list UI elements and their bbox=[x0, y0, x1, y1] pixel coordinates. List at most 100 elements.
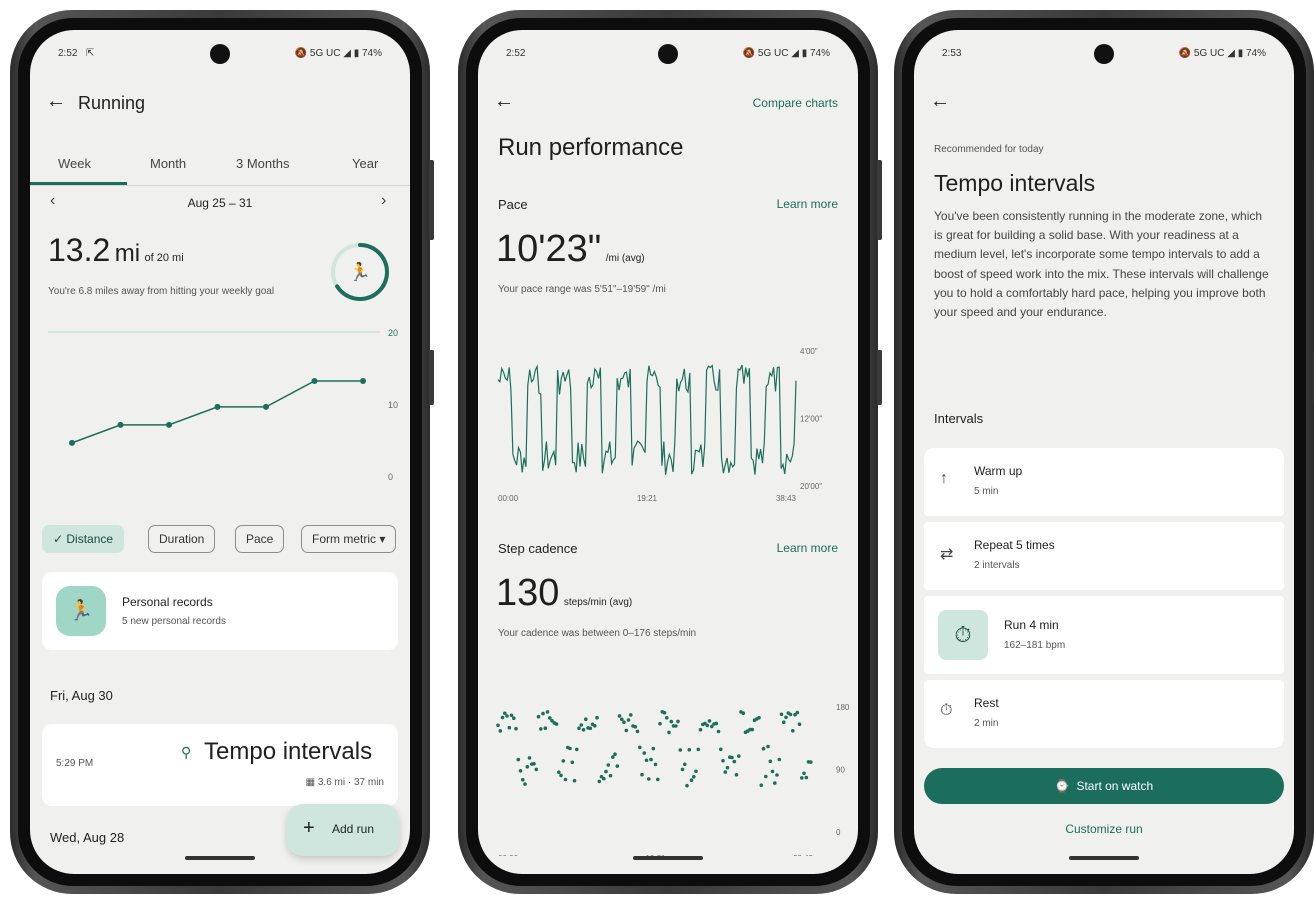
add-run-button[interactable]: + Add run bbox=[287, 804, 399, 856]
distance-unit: mi bbox=[114, 240, 141, 267]
cadence-point bbox=[669, 719, 674, 724]
rest-icon: ⏱ bbox=[940, 702, 953, 719]
workout-title: Tempo intervals bbox=[934, 170, 1096, 196]
status-icons: 🔕 5G UC ◢ ▮ 74% bbox=[1178, 48, 1266, 59]
cadence-point bbox=[595, 715, 599, 720]
day-header: Wed, Aug 28 bbox=[50, 830, 125, 845]
cadence-point bbox=[725, 765, 730, 770]
cadence-unit: steps/min (avg) bbox=[563, 597, 633, 608]
chip-distance[interactable]: ✓ Distance bbox=[42, 525, 125, 553]
interval-warm-up[interactable]: ↑ Warm up 5 min bbox=[924, 448, 1284, 516]
home-indicator bbox=[185, 856, 255, 860]
y-tick-label: 90 bbox=[836, 766, 845, 775]
cadence-point bbox=[773, 781, 777, 785]
cadence-point bbox=[604, 769, 608, 774]
cast-icon: ⇱ bbox=[86, 48, 95, 59]
back-arrow-icon[interactable]: ← bbox=[494, 90, 514, 113]
cadence-point bbox=[802, 771, 806, 776]
cadence-point bbox=[617, 714, 622, 718]
weekly-distance-chart: 20100SMTWTFS bbox=[48, 328, 398, 482]
x-tick-label: 19:21 bbox=[637, 494, 658, 503]
back-arrow-icon[interactable]: ← bbox=[930, 90, 950, 113]
cadence-point bbox=[572, 778, 577, 783]
cadence-point bbox=[581, 728, 586, 732]
date-range: Aug 25 – 31 bbox=[187, 196, 253, 210]
y-tick-label: 4'00" bbox=[800, 347, 818, 356]
chip-pace[interactable]: Pace bbox=[235, 525, 285, 553]
tab-month[interactable]: Month bbox=[150, 156, 186, 171]
cadence-point bbox=[680, 767, 685, 772]
cadence-point bbox=[687, 748, 692, 752]
cadence-point bbox=[577, 726, 581, 730]
cadence-point bbox=[606, 763, 611, 767]
y-tick-label: 20 bbox=[388, 328, 398, 338]
cadence-point bbox=[732, 759, 737, 764]
watch-icon: ⌚ bbox=[1054, 779, 1070, 793]
cadence-point bbox=[523, 782, 527, 786]
interval-run[interactable]: ⏱ Run 4 min 162–181 bpm bbox=[924, 596, 1284, 674]
tab-week[interactable]: Week bbox=[58, 156, 91, 171]
tab-year[interactable]: Year bbox=[352, 156, 378, 171]
trophy-runner-icon: 🏃 bbox=[56, 586, 106, 636]
cadence-point bbox=[649, 757, 653, 762]
cadence-point bbox=[656, 777, 660, 782]
cadence-point bbox=[638, 745, 642, 750]
cadence-point bbox=[615, 764, 620, 768]
cadence-point bbox=[707, 719, 712, 723]
cadence-chart: 18090000:0019:2138:43 bbox=[496, 703, 850, 856]
pace-learn-more[interactable]: Learn more bbox=[777, 197, 838, 211]
cadence-point bbox=[512, 716, 516, 720]
cadence-point bbox=[714, 721, 719, 726]
cadence-point bbox=[653, 762, 658, 767]
run-card[interactable]: 5:29 PM ⚲ Tempo intervals ▦ 3.6 mi · 37 … bbox=[42, 724, 398, 806]
cadence-point bbox=[674, 724, 678, 728]
cadence-point bbox=[642, 751, 647, 755]
run-time: 5:29 PM bbox=[56, 758, 94, 769]
cadence-point bbox=[518, 769, 523, 773]
cadence-point bbox=[705, 723, 710, 728]
performance-screen: 2:52 🔕 5G UC ◢ ▮ 74% ← Compare charts Ru… bbox=[478, 30, 858, 874]
cadence-point bbox=[788, 712, 793, 717]
cadence-point bbox=[597, 779, 602, 784]
cadence-point bbox=[570, 760, 575, 765]
cadence-point bbox=[505, 714, 509, 718]
cadence-point bbox=[584, 717, 588, 721]
cadence-point bbox=[629, 713, 633, 717]
cadence-point bbox=[759, 783, 764, 787]
tab-3-months[interactable]: 3 Months bbox=[236, 156, 289, 171]
run-name: Tempo intervals bbox=[204, 738, 373, 765]
cadence-label: Step cadence bbox=[498, 541, 578, 556]
cadence-point bbox=[527, 756, 532, 760]
start-on-watch-button[interactable]: ⌚ Start on watch bbox=[924, 768, 1284, 804]
cadence-point bbox=[791, 729, 795, 733]
arrow-up-icon: ↑ bbox=[940, 470, 948, 487]
cadence-point bbox=[768, 759, 773, 764]
cadence-point bbox=[514, 726, 518, 731]
cadence-point bbox=[766, 744, 770, 749]
map-icon: ▦ bbox=[305, 777, 316, 788]
page-title: Run performance bbox=[498, 134, 684, 161]
y-tick-label: 0 bbox=[388, 472, 393, 482]
cadence-point bbox=[548, 716, 552, 720]
x-tick-label: 00:00 bbox=[498, 854, 519, 856]
cadence-point bbox=[698, 727, 703, 732]
pace-range: Your pace range was 5'51"–19'59" /mi bbox=[498, 284, 666, 295]
interval-repeat[interactable]: ⇄ Repeat 5 times 2 intervals bbox=[924, 522, 1284, 590]
compare-charts-link[interactable]: Compare charts bbox=[753, 96, 838, 110]
workout-screen: 2:53 🔕 5G UC ◢ ▮ 74% ← Recommended for t… bbox=[914, 30, 1294, 874]
customize-run-link[interactable]: Customize run bbox=[914, 822, 1294, 836]
cadence-point bbox=[784, 715, 788, 720]
next-week-icon[interactable]: › bbox=[381, 192, 386, 210]
cadence-learn-more[interactable]: Learn more bbox=[777, 541, 838, 555]
cadence-point bbox=[633, 725, 638, 729]
chip-form-metric[interactable]: Form metric ▾ bbox=[301, 525, 397, 553]
data-point bbox=[263, 403, 269, 410]
interval-rest[interactable]: ⏱ Rest 2 min bbox=[924, 680, 1284, 748]
cadence-point bbox=[676, 719, 680, 724]
chip-duration[interactable]: Duration bbox=[148, 525, 216, 553]
cadence-point bbox=[689, 778, 694, 782]
personal-records-card[interactable]: 🏃 Personal records 5 new personal record… bbox=[42, 572, 398, 650]
back-arrow-icon[interactable]: ← bbox=[46, 90, 66, 113]
distance-line bbox=[71, 380, 363, 444]
cadence-point bbox=[804, 775, 809, 780]
